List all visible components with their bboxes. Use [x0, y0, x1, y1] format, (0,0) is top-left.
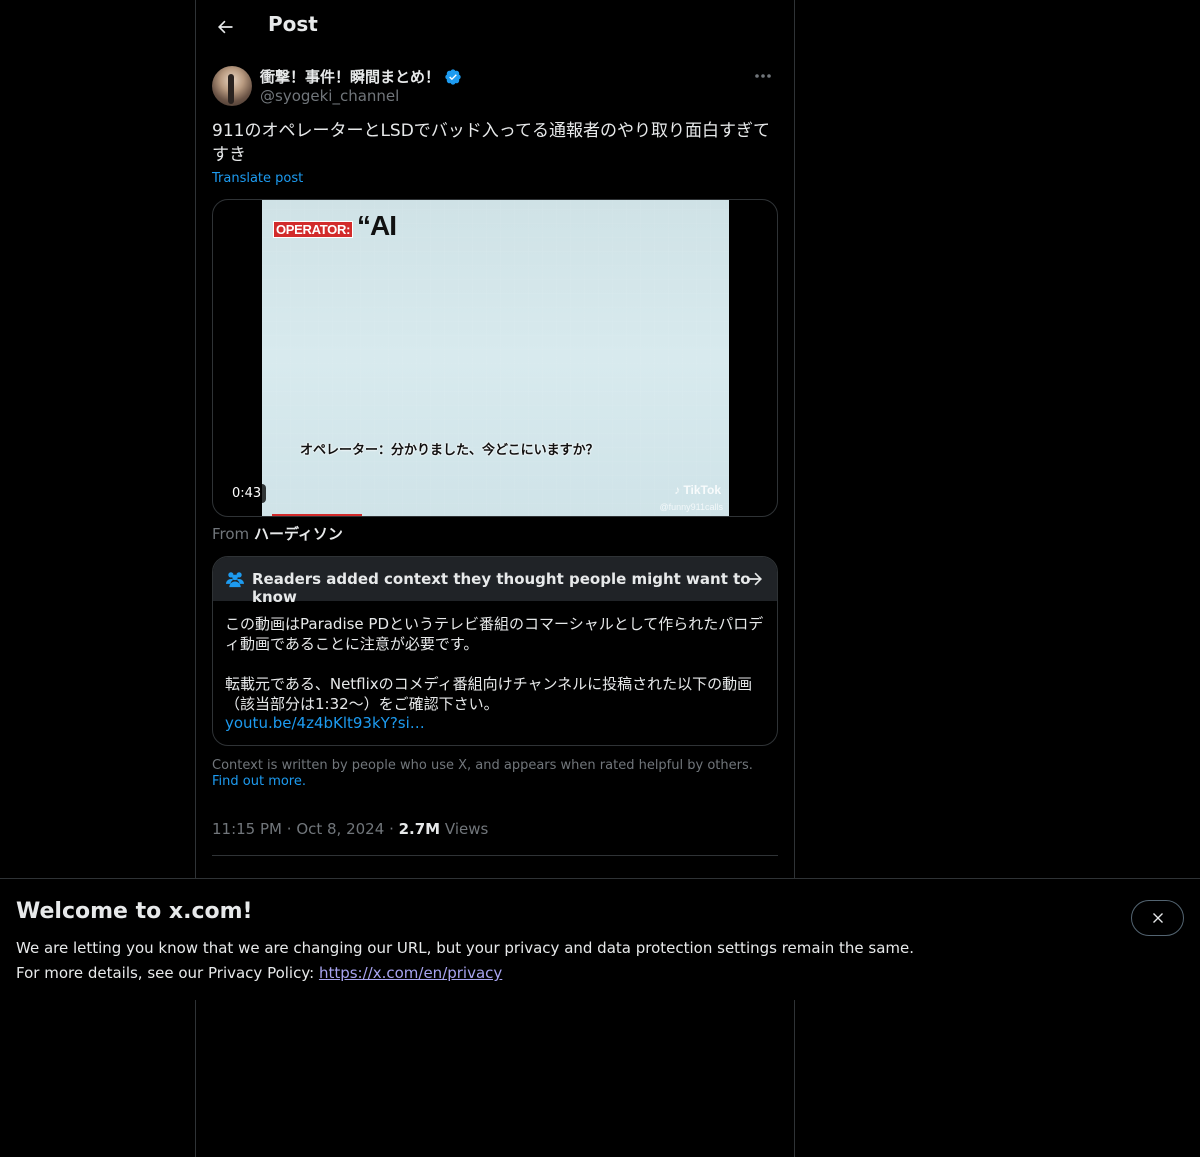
community-note-header[interactable]: Readers added context they thought peopl… [213, 557, 777, 606]
source-prefix: From [212, 525, 250, 543]
community-note-paragraph-2: 転載元である、Netflixのコメディ番組向けチャンネルに投稿された以下の動画（… [225, 675, 753, 713]
post-text: 911のオペレーターとLSDでバッド入ってる通報者のやり取り面白すぎてすき [212, 121, 770, 165]
post-meta: 11:15 PM · Oct 8, 2024 · 2.7M Views [212, 820, 488, 838]
community-note-title: Readers added context they thought peopl… [252, 570, 751, 606]
welcome-banner: Welcome to x.com! We are letting you kno… [0, 878, 1200, 1000]
video-frame: OPERATOR: “AI オペレーター：分かりました、今どこにいますか？ ♪ … [262, 200, 729, 516]
avatar[interactable] [212, 66, 252, 106]
verified-badge-icon [445, 68, 461, 85]
divider [212, 855, 778, 856]
back-arrow-icon [218, 20, 233, 34]
post-time[interactable]: 11:15 PM [212, 820, 282, 838]
privacy-policy-link[interactable]: https://x.com/en/privacy [319, 964, 502, 982]
video-source-attribution: From ハーディソン [212, 523, 343, 544]
banner-line-2-prefix: For more details, see our Privacy Policy… [16, 964, 319, 982]
video-duration: 0:43 [227, 484, 267, 503]
community-note: Readers added context they thought peopl… [212, 556, 778, 746]
display-name-text: 衝撃！事件！瞬間まとめ！ [260, 68, 441, 86]
source-name-link[interactable]: ハーディソン [254, 525, 343, 543]
video-operator-badge: OPERATOR: [273, 221, 354, 238]
people-icon [226, 572, 244, 588]
video-quote-text: “AI [357, 210, 397, 241]
views-count: 2.7M [398, 820, 441, 838]
close-icon [1152, 913, 1163, 923]
back-button[interactable] [208, 10, 242, 44]
author-handle[interactable]: @syogeki_channel [260, 87, 399, 105]
more-options-icon [755, 74, 771, 78]
views-label: Views [444, 820, 489, 838]
translate-post-link[interactable]: Translate post [212, 171, 303, 186]
tiktok-handle-watermark: @funny911calls [659, 502, 723, 512]
video-subtitle: オペレーター：分かりました、今どこにいますか？ [300, 443, 599, 458]
arrow-right-icon [747, 572, 762, 586]
banner-line-2: For more details, see our Privacy Policy… [16, 961, 1016, 986]
banner-title: Welcome to x.com! [16, 899, 253, 924]
post-author: 衝撃！事件！瞬間まとめ！ @syogeki_channel [212, 66, 780, 108]
page-title: Post [268, 12, 318, 36]
community-note-paragraph-1: この動画はParadise PDというテレビ番組のコマーシャルとして作られたパロ… [225, 615, 764, 653]
author-display-name[interactable]: 衝撃！事件！瞬間まとめ！ [260, 66, 462, 87]
page-header: Post [196, 0, 795, 53]
find-out-more-link[interactable]: Find out more. [212, 774, 306, 789]
video-lower-third [272, 514, 362, 516]
banner-line-1: We are letting you know that we are chan… [16, 939, 915, 957]
meta-separator: · [286, 820, 297, 838]
banner-close-button[interactable] [1131, 900, 1184, 936]
community-note-footer: Context is written by people who use X, … [212, 758, 780, 790]
banner-text: We are letting you know that we are chan… [16, 936, 1016, 986]
community-note-link[interactable]: youtu.be/4z4bKlt93kY?si… [225, 714, 425, 732]
tiktok-watermark: ♪ TikTok [674, 483, 721, 497]
meta-separator: · [389, 820, 399, 838]
community-note-footer-text: Context is written by people who use X, … [212, 758, 753, 773]
video-player[interactable]: OPERATOR: “AI オペレーター：分かりました、今どこにいますか？ ♪ … [212, 199, 778, 517]
more-options-button[interactable] [746, 66, 780, 86]
post-date[interactable]: Oct 8, 2024 [296, 820, 384, 838]
